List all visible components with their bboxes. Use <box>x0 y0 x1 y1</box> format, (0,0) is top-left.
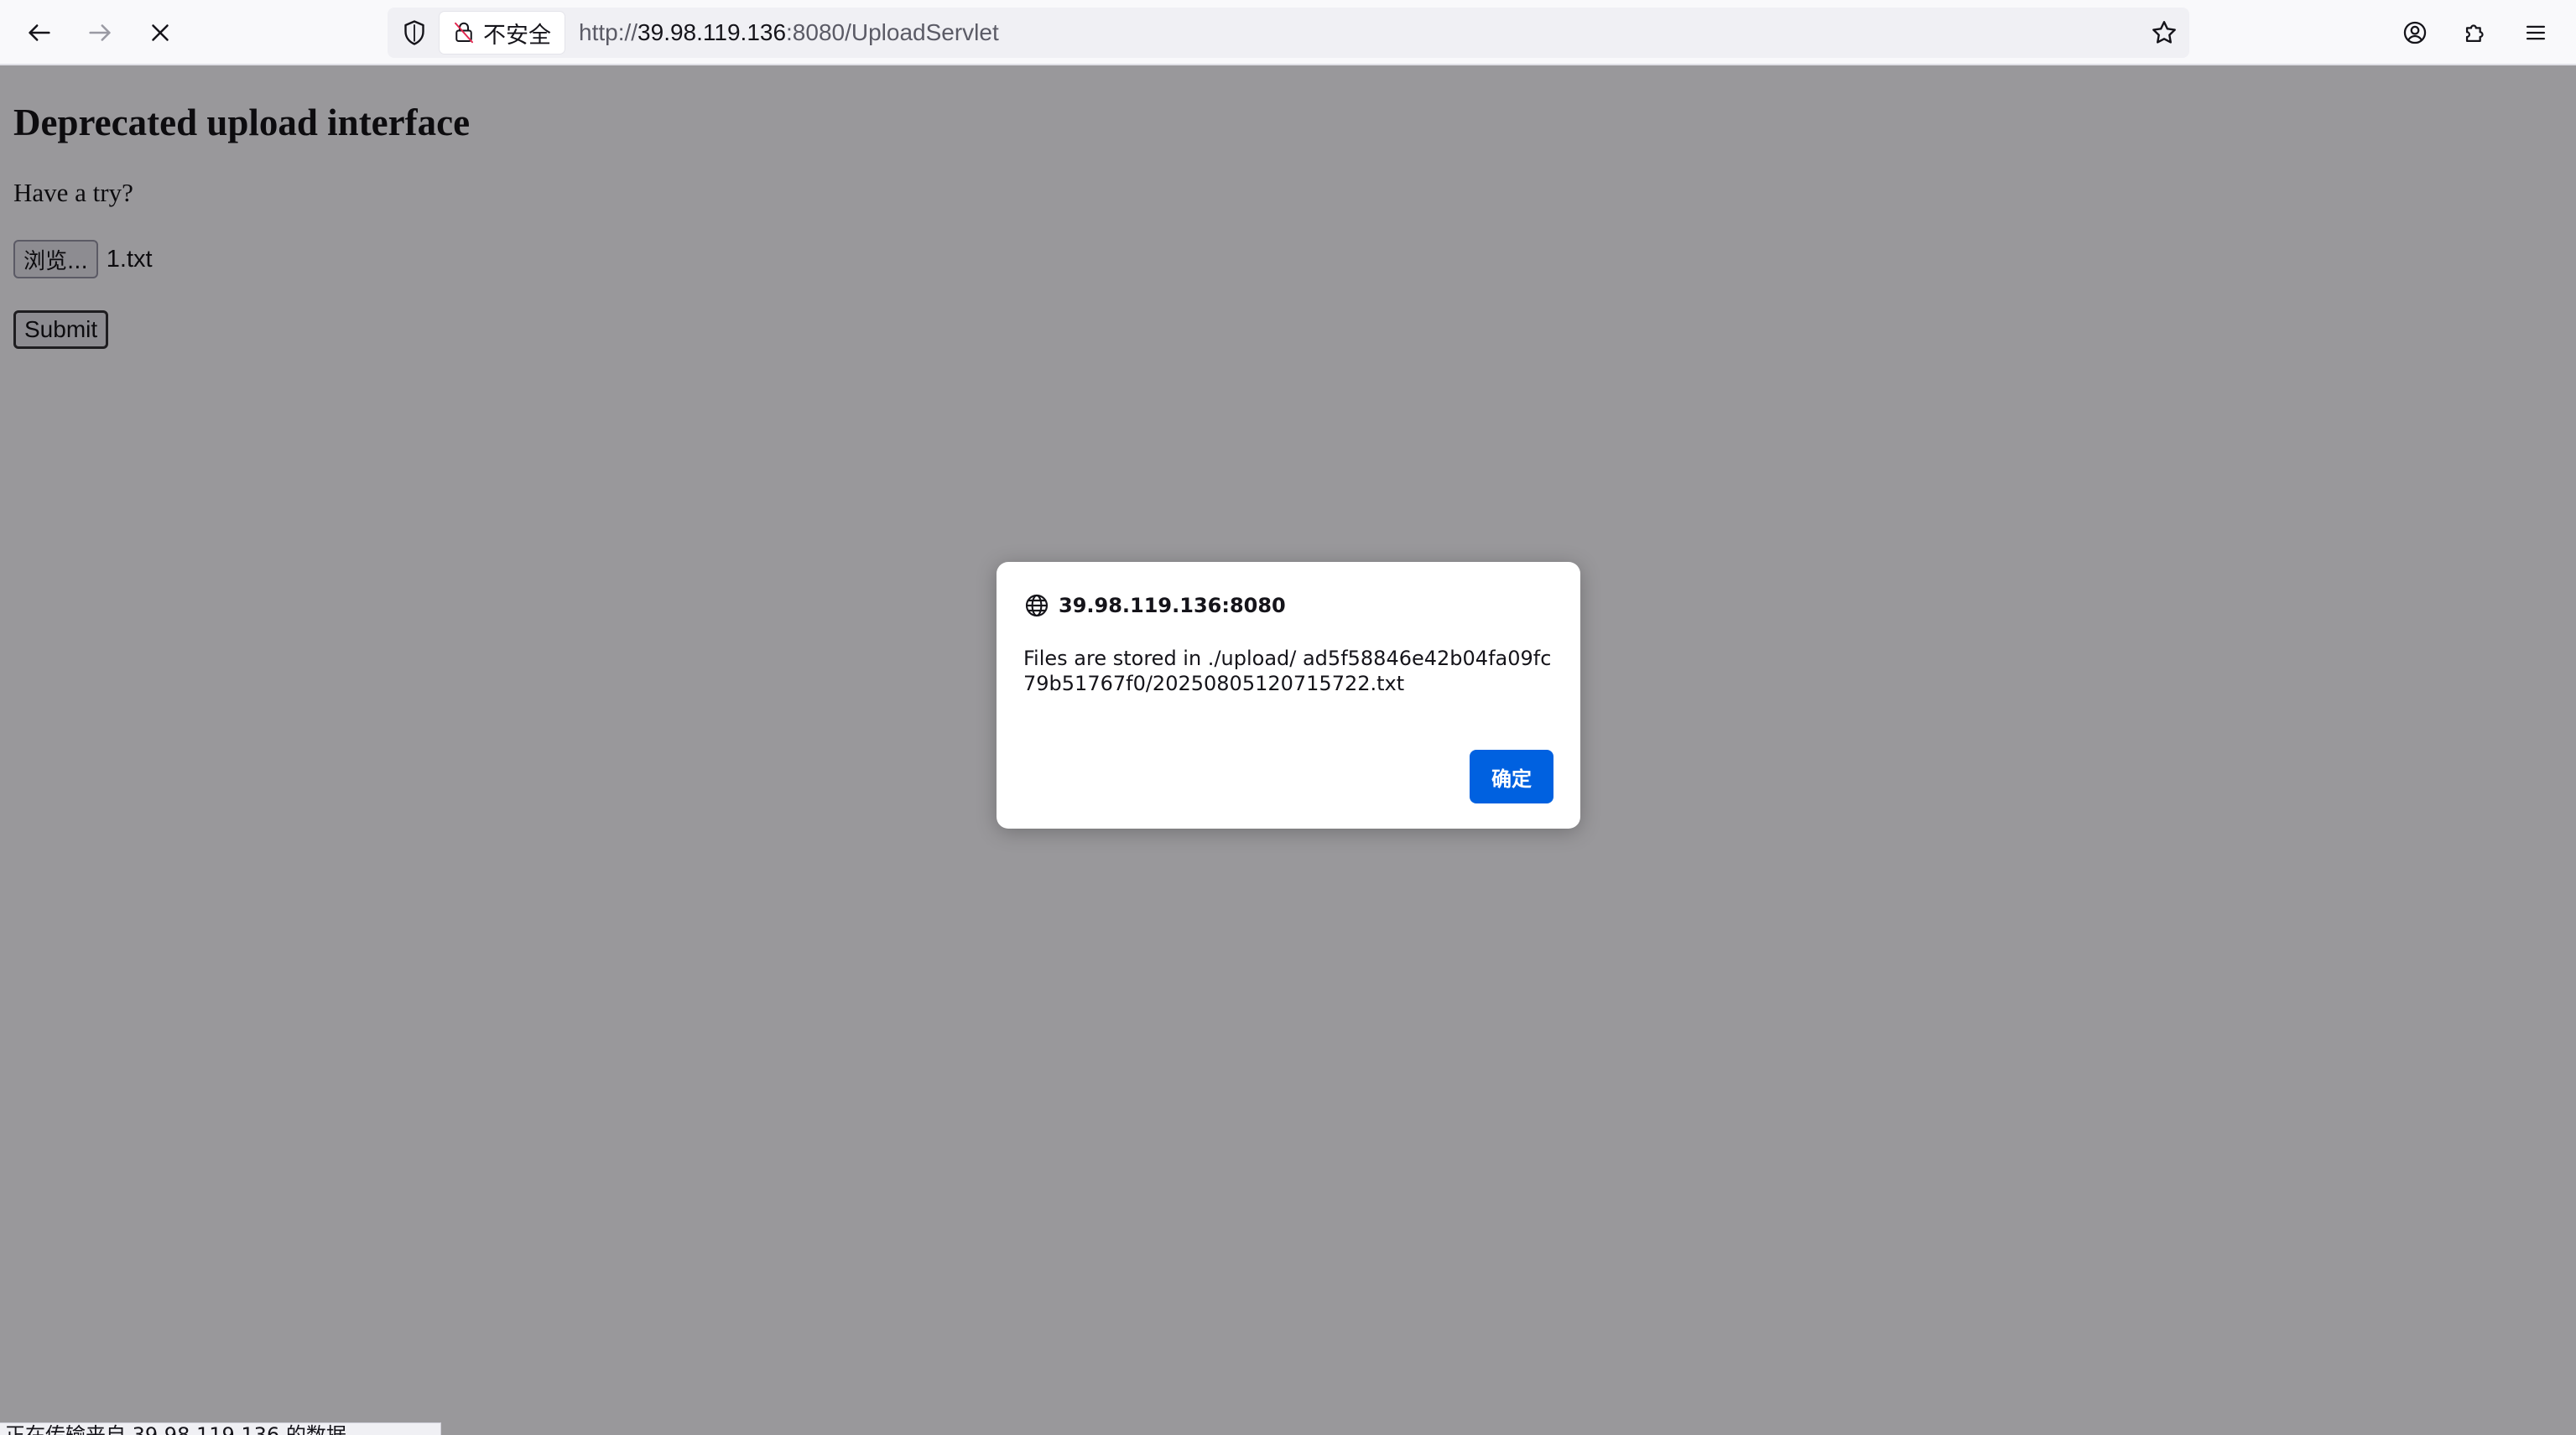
app-menu-button[interactable] <box>2512 9 2559 56</box>
arrow-left-icon <box>29 24 50 41</box>
hamburger-menu-icon <box>2526 25 2546 40</box>
shield-icon <box>404 20 424 45</box>
close-icon <box>152 24 169 41</box>
arrow-right-icon <box>89 24 111 41</box>
url-scheme: http:// <box>579 19 638 45</box>
url-text[interactable]: http://39.98.119.136:8080/UploadServlet <box>579 8 999 58</box>
dialog-message: Files are stored in ./upload/ ad5f58846e… <box>1023 647 1552 695</box>
browser-toolbar: 不安全 http://39.98.119.136:8080/UploadServ… <box>0 0 2576 65</box>
alert-dialog: 39.98.119.136:8080 Files are stored in .… <box>997 562 1580 829</box>
ok-button[interactable]: 确定 <box>1470 750 1553 803</box>
insecure-label: 不安全 <box>483 22 551 49</box>
bookmark-button[interactable] <box>2149 18 2179 48</box>
account-button[interactable] <box>2391 9 2438 56</box>
broken-lock-icon <box>455 22 473 44</box>
tracking-protection-button[interactable] <box>399 18 429 48</box>
forward-button[interactable] <box>76 9 123 56</box>
account-icon <box>2403 21 2427 44</box>
url-host: 39.98.119.136 <box>637 19 787 45</box>
site-security-indicator[interactable]: 不安全 <box>440 12 565 54</box>
extensions-button[interactable] <box>2452 9 2499 56</box>
status-text: 正在传输来自 39.98.119.136 的数据… <box>5 1423 367 1435</box>
dialog-header: 39.98.119.136:8080 <box>1023 592 1286 619</box>
stop-button[interactable] <box>137 9 184 56</box>
url-path: :8080/UploadServlet <box>786 19 999 45</box>
back-button[interactable] <box>16 9 63 56</box>
star-icon <box>2152 21 2176 44</box>
globe-icon <box>1025 594 1049 617</box>
puzzle-icon <box>2465 24 2484 43</box>
status-bar: 正在传输来自 39.98.119.136 的数据… <box>0 1422 441 1435</box>
dialog-origin: 39.98.119.136:8080 <box>1059 594 1286 617</box>
address-bar[interactable]: 不安全 http://39.98.119.136:8080/UploadServ… <box>388 8 2189 58</box>
